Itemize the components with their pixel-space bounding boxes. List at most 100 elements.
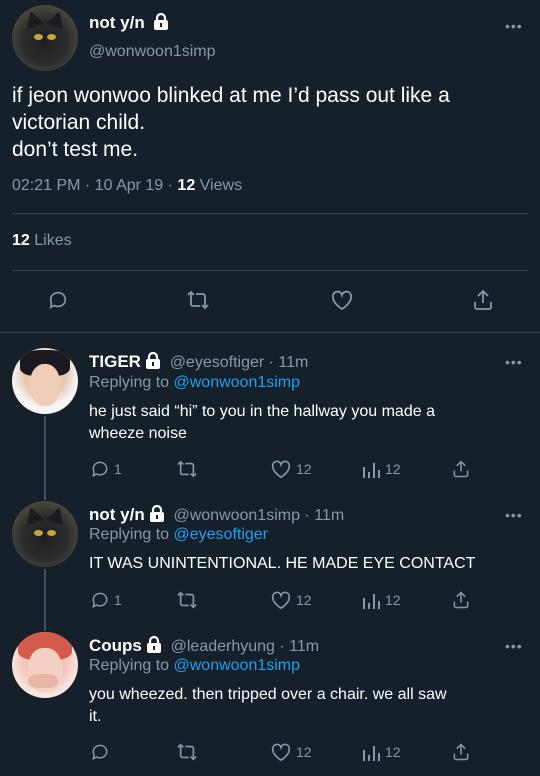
display-name[interactable]: Coups [89,636,142,655]
author-name-row: Coups @leaderhyung · 11m [89,636,320,655]
avatar[interactable] [12,632,78,698]
view-count: 12 [385,461,401,477]
thread-line [44,569,46,631]
retweet-icon [187,290,209,310]
handle[interactable]: @wonwoon1simp [89,43,216,61]
thread-line [44,416,46,500]
reply-button[interactable] [90,742,110,762]
like-icon [271,591,291,610]
tweet-age: 11m [278,354,309,371]
share-button[interactable] [471,288,495,312]
share-icon [453,591,469,609]
retweet-button[interactable] [176,590,198,610]
like-button[interactable]: 12 [270,742,312,762]
tweet-text-line: it. [89,708,102,725]
views-button[interactable]: 12 [361,742,401,762]
views-icon [363,594,380,609]
share-button[interactable] [451,741,471,763]
tweet-text: IT WAS UNINTENTIONAL. HE MADE EYE CONTAC… [89,553,529,575]
avatar[interactable] [12,348,78,414]
reply-icon [92,461,108,478]
tweet-text-line: victorian child. [12,111,146,134]
share-icon [453,743,469,761]
views-count: 12 [177,177,196,194]
like-icon [271,460,291,479]
reply-button[interactable]: 1 [90,459,122,479]
tweet-text: if jeon wonwoo blinked at me I’d pass ou… [12,82,528,163]
like-icon [331,290,353,311]
tweet-text: you wheezed. then tripped over a chair. … [89,684,529,728]
display-name[interactable]: not y/n [89,505,145,524]
likes-stat[interactable]: 12 Likes [12,232,72,250]
like-count: 12 [296,461,312,477]
retweet-icon [177,460,197,478]
author-name-row: TIGER @eyesoftiger · 11m [89,352,309,371]
share-icon [474,289,492,310]
replying-to: Replying to @eyesoftiger [89,526,268,544]
replying-prefix: Replying to [89,526,170,543]
author-name-row: not y/n [89,13,169,33]
views-label: Views [199,177,243,194]
retweet-icon [177,743,197,761]
reply-icon [92,592,108,609]
more-icon[interactable]: ••• [505,354,523,370]
replying-to: Replying to @wonwoon1simp [89,374,300,392]
divider [12,270,528,271]
reply-icon [49,291,67,309]
tweet-text: he just said “hi” to you in the hallway … [89,401,529,445]
like-button[interactable]: 12 [270,459,312,479]
tweet-text-line: don’t test me. [12,138,139,161]
tweet-text-line: wheeze noise [89,425,187,442]
reply-button[interactable]: 1 [90,590,122,610]
replying-prefix: Replying to [89,657,170,674]
views-icon [363,746,380,761]
more-icon[interactable]: ••• [505,507,523,523]
lock-icon [154,13,169,30]
avatar[interactable] [12,5,78,71]
handle[interactable]: @leaderhyung [171,638,275,655]
share-icon [453,460,469,478]
more-icon[interactable]: ••• [505,638,523,654]
handle[interactable]: @eyesoftiger [170,354,265,371]
like-icon [271,743,291,762]
like-count: 12 [296,744,312,760]
retweet-button[interactable] [176,742,198,762]
retweet-button[interactable] [186,289,210,311]
views-icon [363,463,380,478]
display-name[interactable]: not y/n [89,13,145,32]
replying-to: Replying to @wonwoon1simp [89,657,300,675]
likes-count: 12 [12,232,30,249]
display-name[interactable]: TIGER [89,352,141,371]
lock-icon [149,505,164,522]
like-button[interactable] [330,289,354,311]
like-count: 12 [296,592,312,608]
share-button[interactable] [451,589,471,611]
retweet-button[interactable] [176,459,198,479]
view-count: 12 [385,592,401,608]
tweet-time[interactable]: 02:21 PM [12,177,80,194]
lock-icon [146,636,161,653]
reply-button[interactable] [47,289,69,311]
replying-to-link[interactable]: @eyesoftiger [174,526,269,543]
replying-prefix: Replying to [89,374,170,391]
share-button[interactable] [451,458,471,480]
tweet-meta: 02:21 PM · 10 Apr 19 · 12 Views [12,177,243,194]
avatar[interactable] [12,501,78,567]
lock-icon [145,352,160,369]
main-tweet: not y/n @wonwoon1simp ••• if jeon wonwoo… [0,0,540,332]
likes-label: Likes [34,232,72,249]
views-button[interactable]: 12 [361,459,401,479]
replying-to-link[interactable]: @wonwoon1simp [174,657,301,674]
replying-to-link[interactable]: @wonwoon1simp [174,374,301,391]
views-button[interactable]: 12 [361,590,401,610]
tweet-date[interactable]: 10 Apr 19 [95,177,164,194]
retweet-icon [177,591,197,609]
reply-icon [92,744,108,761]
reply-count: 1 [114,592,122,608]
more-icon[interactable]: ••• [505,18,523,34]
author-name-row: not y/n @wonwoon1simp · 11m [89,505,345,524]
tweet-text-line: if jeon wonwoo blinked at me I’d pass ou… [12,84,450,107]
view-count: 12 [385,744,401,760]
handle[interactable]: @wonwoon1simp [173,507,300,524]
like-button[interactable]: 12 [270,590,312,610]
